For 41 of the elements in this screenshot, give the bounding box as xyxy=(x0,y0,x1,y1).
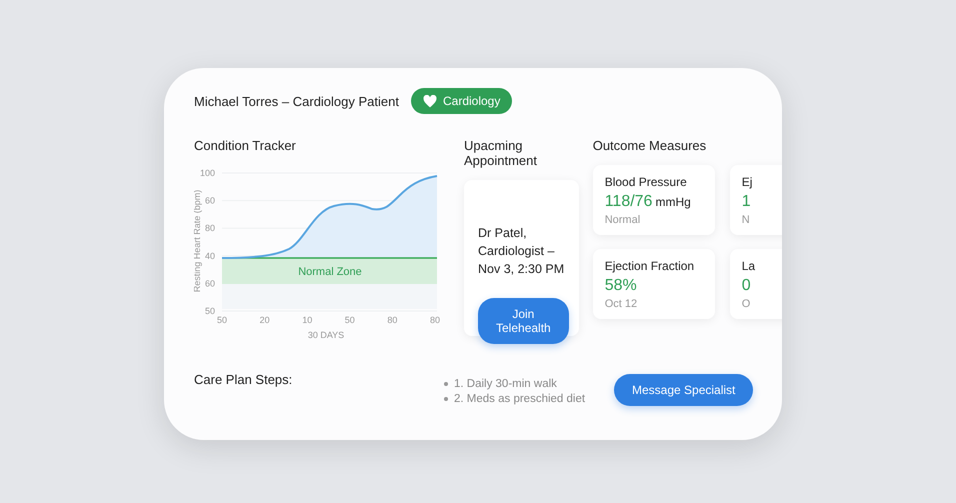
care-step: 1. Daily 30-min walk xyxy=(454,378,557,390)
section-title: Care Plan Steps: xyxy=(194,372,294,387)
badge-label: Cardiology xyxy=(442,94,500,108)
measure-note: Oct 12 xyxy=(604,298,638,310)
zone-label: Normal Zone xyxy=(298,266,362,278)
measure-value: 118/76 xyxy=(604,193,652,210)
y-tick: 50 xyxy=(204,306,215,316)
bullet-icon xyxy=(444,382,448,386)
patient-title: Michael Torres – Cardiology Patient xyxy=(194,94,399,108)
heart-icon xyxy=(422,94,437,108)
y-tick: 100 xyxy=(200,168,215,178)
x-tick: 50 xyxy=(344,315,355,325)
bullet-icon xyxy=(444,397,448,401)
measure-note: N xyxy=(742,214,751,226)
measure-note: Normal xyxy=(604,214,642,226)
measure-unit: mmHg xyxy=(655,195,691,209)
care-step: 2. Meds as preschied diet xyxy=(454,393,586,405)
appointment-details: Dr Patel, Cardiologist – Nov 3, 2:30 PM xyxy=(478,225,566,278)
measure-value: 0 xyxy=(742,277,751,294)
join-telehealth-button[interactable]: Join Telehealth xyxy=(478,298,569,344)
message-specialist-button[interactable]: Message Specialist xyxy=(614,374,754,406)
section-title: Outcome Measures xyxy=(592,138,708,153)
measure-name: Ejection Fraction xyxy=(604,259,696,273)
x-axis-label: 30 DAYS xyxy=(308,330,344,340)
x-tick: 80 xyxy=(387,315,398,325)
x-tick: 20 xyxy=(260,315,270,325)
y-tick: 40 xyxy=(204,250,215,261)
y-tick: 80 xyxy=(204,223,215,234)
measure-value: 58% xyxy=(604,277,637,294)
section-title: Upacming Appointment xyxy=(464,138,538,168)
measure-value: 1 xyxy=(742,193,751,210)
measure-name: Blood Pressure xyxy=(604,175,688,189)
measure-name: La xyxy=(742,259,756,273)
x-tick: 10 xyxy=(302,315,312,325)
measure-name: Ej xyxy=(742,175,754,189)
y-tick: 60 xyxy=(204,278,215,288)
measure-note: O xyxy=(742,298,752,310)
section-title: Condition Tracker xyxy=(194,138,297,153)
x-tick: 50 xyxy=(217,315,227,325)
y-tick: 60 xyxy=(204,196,215,206)
x-tick: 80 xyxy=(430,315,440,325)
